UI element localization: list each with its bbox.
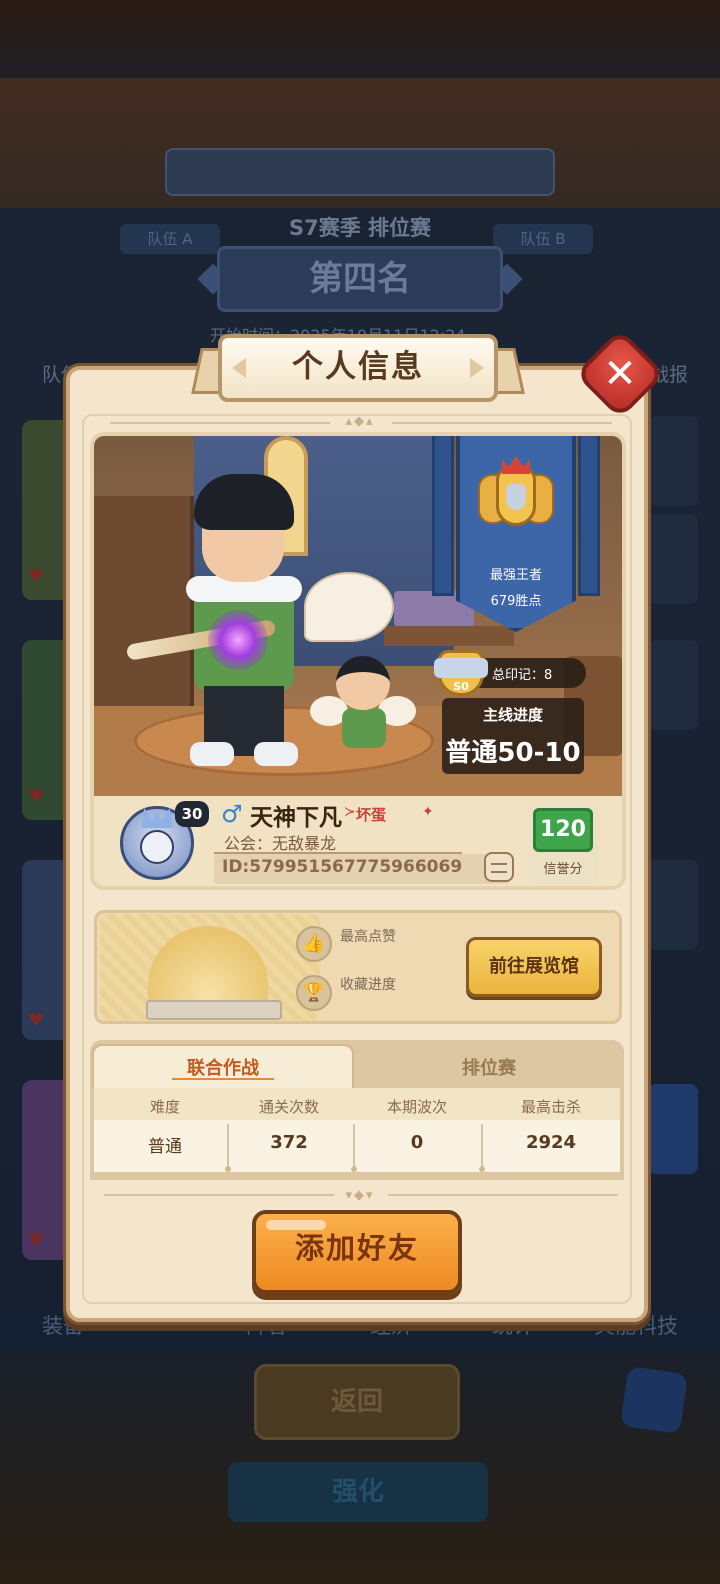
background-top-bar [165, 148, 555, 196]
player-name: 天神下凡 [250, 805, 342, 831]
total-marks-label: 总印记：8 [492, 668, 553, 683]
king-rank-crest-icon [478, 456, 554, 540]
close-x-icon[interactable]: ✕ [588, 342, 652, 406]
hero-boot [254, 742, 298, 766]
avatar-crown-icon [141, 808, 173, 828]
credit-score-value: 120 [533, 808, 593, 852]
hero-hair [194, 474, 294, 530]
shield-icon [506, 484, 526, 510]
mainline-progress-title: 主线进度 [482, 706, 543, 724]
scene-table [384, 626, 514, 646]
hero-character [125, 472, 394, 772]
sparkle-icon: ✦ [422, 804, 434, 820]
heart-icon: ♥ [28, 1230, 45, 1251]
sparkle-icon: ≻ [344, 804, 356, 820]
player-id-divider [214, 852, 462, 854]
title-tag-text: 坏蛋 [356, 806, 387, 824]
heart-icon: ♥ [28, 1010, 45, 1031]
heart-icon: ♥ [28, 786, 45, 807]
crown-icon [502, 456, 530, 474]
divider-line [110, 422, 330, 424]
divider-ornament-top: ▴◆▴ [345, 414, 375, 429]
magic-orb-icon [208, 610, 268, 670]
thumbs-up-icon: 👍 [296, 926, 332, 962]
banner-side-right [578, 436, 600, 596]
pet-character [310, 656, 416, 766]
level-badge: 30 [175, 801, 209, 827]
background-season-title: S7赛季 排位赛 [288, 216, 432, 240]
dialog-title: 个人信息 [292, 349, 424, 385]
mark-badge-label: S0 [453, 680, 469, 693]
background-return-button: 返回 [254, 1364, 460, 1440]
credit-score-label: 信誉分 [543, 862, 583, 877]
collection-progress-label: 收藏进度 [340, 977, 396, 993]
divider-dot [225, 1166, 231, 1172]
background-side-card [648, 860, 698, 950]
divider-line [388, 1194, 618, 1196]
cell-max-kills: 2924 [525, 1132, 577, 1153]
tab-ranked[interactable]: 排位赛 [356, 1054, 622, 1080]
column-header-max-kills: 最高击杀 [520, 1098, 581, 1116]
column-divider [481, 1124, 483, 1166]
highest-likes-label: 最高点赞 [340, 929, 396, 945]
background-side-card [648, 416, 698, 506]
column-header-difficulty: 难度 [149, 1098, 180, 1116]
guild-name: 公会：无敌暴龙 [224, 834, 337, 853]
go-to-gallery-button[interactable]: 前往展览馆 [466, 937, 602, 997]
divider-dot [351, 1166, 357, 1172]
column-header-waves: 本期波次 [386, 1098, 447, 1116]
pet-body [342, 708, 386, 748]
player-id: ID:579951567775966069 [222, 857, 463, 877]
hero-wing [304, 572, 394, 642]
male-icon: ♂ [221, 800, 243, 828]
divider-dot [479, 1166, 485, 1172]
copy-icon-line [491, 871, 507, 873]
hero-scene-art: 最强王者 679胜点 S0 总印记：8 主线进度 普通50-10 [94, 436, 622, 796]
column-header-clears: 通关次数 [258, 1098, 319, 1116]
avatar-face [140, 830, 174, 864]
copy-icon[interactable] [484, 852, 514, 882]
rank-points: 679胜点 [490, 594, 542, 609]
exhibition-pedestal [146, 1000, 282, 1020]
background-team-a: 队伍 A [120, 224, 220, 254]
background-rank-result: 第四名 [217, 246, 503, 312]
share-icon [620, 1366, 688, 1434]
background-team-b: 队伍 B [493, 224, 593, 254]
cell-difficulty: 普通 [148, 1137, 182, 1157]
tab-joint-battle-label[interactable]: 联合作战 [92, 1054, 354, 1080]
copy-icon-line [491, 863, 507, 865]
background-side-card [648, 640, 698, 730]
season-mark-badge-icon: S0 [434, 644, 488, 700]
hero-boot [190, 742, 234, 766]
cell-clears: 372 [270, 1132, 308, 1153]
heart-icon: ♥ [28, 566, 45, 587]
mark-crown [434, 658, 488, 678]
divider-line [392, 422, 612, 424]
dialog-title-ribbon: 个人信息 [191, 334, 525, 408]
pet-head [336, 656, 390, 710]
tab-active-underline [172, 1078, 274, 1080]
divider-line [104, 1194, 334, 1196]
cell-waves: 0 [410, 1132, 424, 1153]
add-friend-label[interactable]: 添加好友 [252, 1210, 462, 1288]
mainline-progress-value: 普通50-10 [445, 738, 581, 768]
background-strengthen-button: 强化 [228, 1462, 488, 1522]
trophy-icon: 🏆 [296, 975, 332, 1011]
rank-title: 最强王者 [489, 568, 542, 583]
background-side-card [648, 1084, 698, 1174]
banner-side-left [432, 436, 454, 596]
background-side-card [648, 514, 698, 604]
